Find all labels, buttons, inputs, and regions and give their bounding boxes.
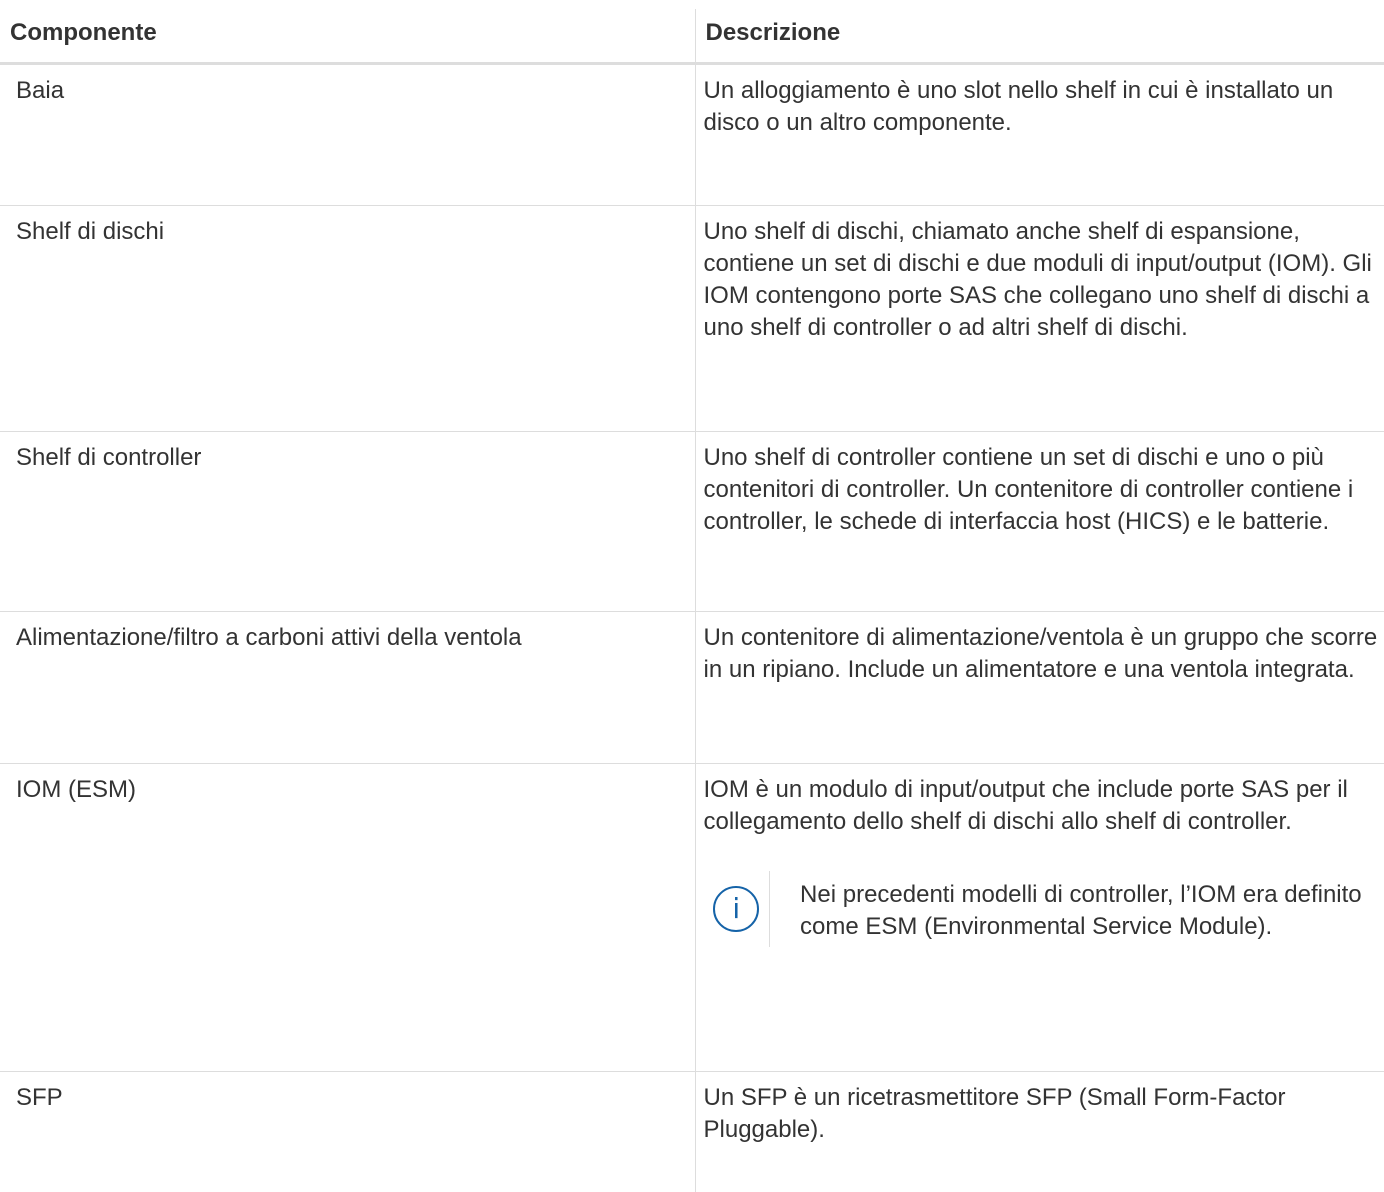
table-row: Alimentazione/filtro a carboni attivi de… — [0, 611, 1384, 764]
description-cell: Un alloggiamento è uno slot nello shelf … — [694, 63, 1384, 206]
description-cell: Uno shelf di controller contiene un set … — [694, 431, 1384, 612]
description-text: Un contenitore di alimentazione/ventola … — [703, 624, 1378, 683]
component-cell: Shelf di controller — [0, 431, 695, 612]
description-text: Un alloggiamento è uno slot nello shelf … — [703, 77, 1334, 136]
description-text: Uno shelf di controller contiene un set … — [703, 444, 1354, 535]
description-cell: IOM è un modulo di input/output che incl… — [694, 763, 1384, 1072]
info-note: i Nei precedenti modelli di controller, … — [704, 871, 1379, 947]
table-header-row: Componente Descrizione — [0, 9, 1384, 65]
info-note-icon-cell: i — [704, 871, 770, 947]
table-row: Baia Un alloggiamento è uno slot nello s… — [0, 63, 1384, 206]
component-cell: SFP — [16, 1084, 63, 1111]
description-text: IOM è un modulo di input/output che incl… — [703, 776, 1348, 835]
component-cell: Alimentazione/filtro a carboni attivi de… — [0, 611, 695, 764]
component-cell: IOM (ESM) — [0, 763, 695, 1072]
description-cell: Un SFP è un ricetrasmettitore SFP (Small… — [694, 1071, 1384, 1192]
header-descrizione: Descrizione — [694, 9, 1384, 65]
component-cell: Shelf di dischi — [0, 205, 695, 432]
info-note-text: Nei precedenti modelli di controller, l’… — [769, 871, 1378, 947]
components-table: Componente Descrizione Baia Un alloggiam… — [0, 9, 1384, 1192]
description-cell: Uno shelf di dischi, chiamato anche shel… — [694, 205, 1384, 432]
description-text: Un SFP è un ricetrasmettitore SFP (Small… — [703, 1084, 1286, 1143]
table-row: Shelf di controller Uno shelf di control… — [0, 431, 1384, 612]
table-row: SFP Un SFP è un ricetrasmettitore SFP (S… — [0, 1071, 1384, 1192]
description-cell: Un contenitore di alimentazione/ventola … — [694, 611, 1384, 764]
header-componente: Componente — [0, 9, 695, 65]
component-cell: Baia — [0, 63, 695, 206]
info-icon: i — [713, 886, 760, 932]
table-row: Shelf di dischi Uno shelf di dischi, chi… — [0, 205, 1384, 432]
description-text: Uno shelf di dischi, chiamato anche shel… — [703, 218, 1372, 341]
table-row: IOM (ESM) IOM è un modulo di input/outpu… — [0, 763, 1384, 1072]
